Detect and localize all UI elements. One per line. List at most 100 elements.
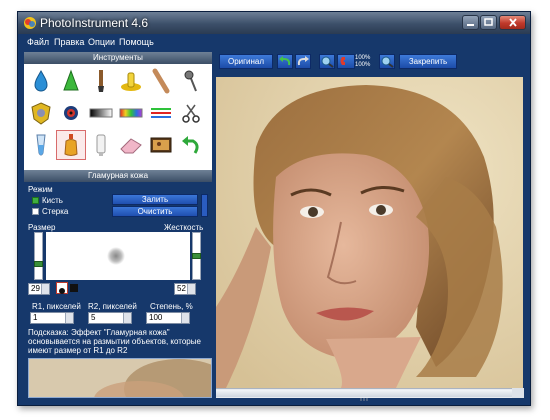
menu-bar: Файл Правка Опции Помощь (18, 34, 530, 50)
effect-header: Гламурная кожа (24, 170, 212, 182)
zoom-out-button[interactable] (319, 54, 335, 69)
horizontal-scrollbar[interactable] (216, 388, 512, 401)
perfume-bottle-icon (64, 134, 78, 156)
liquid-tool[interactable] (27, 131, 55, 159)
pin-tool[interactable] (177, 67, 205, 95)
horizontal-scrollbar-thumb[interactable] (216, 390, 512, 401)
blur-drop-tool[interactable] (27, 67, 55, 95)
yellow-soap-icon (121, 72, 141, 91)
hardness-slider-thumb[interactable] (192, 253, 201, 259)
eraser-icon (120, 138, 142, 154)
menu-file[interactable]: Файл (27, 36, 49, 48)
fit-button[interactable] (337, 54, 355, 69)
r2-input[interactable]: 5 (88, 312, 132, 324)
minimize-icon (467, 24, 474, 26)
brush-tool[interactable] (87, 67, 115, 95)
image-tool[interactable] (147, 131, 175, 159)
r1-spinner[interactable] (65, 313, 73, 323)
r1-label: R1, пикселей (32, 302, 81, 311)
original-button[interactable]: Оригинал (219, 54, 273, 69)
right-pane: Оригинал 100% 100% Закрепить (215, 52, 524, 401)
glamour-skin-tool[interactable] (56, 130, 86, 160)
round-brush-icon (59, 288, 65, 294)
color-lines-icon (151, 108, 171, 118)
title-bar: PhotoInstrument 4.6 (18, 12, 530, 34)
effect-panel: Гламурная кожа Режим Кисть Стерка Залить… (24, 170, 212, 399)
redeye-tool[interactable] (27, 99, 55, 127)
eraser-tool[interactable] (117, 131, 145, 159)
panel-side-scroller[interactable] (201, 194, 208, 217)
undo-arrow-icon (182, 136, 199, 154)
size-spinner[interactable] (41, 284, 49, 294)
menu-edit[interactable]: Правка (54, 36, 84, 48)
commit-button[interactable]: Закрепить (399, 54, 457, 69)
r2-value: 5 (91, 313, 96, 322)
minimize-button[interactable] (462, 15, 479, 30)
r2-label: R2, пикселей (88, 302, 137, 311)
size-value: 29 (31, 284, 40, 293)
lines-tool[interactable] (147, 99, 175, 127)
degree-input[interactable]: 100 (146, 312, 190, 324)
brush-square-option[interactable] (70, 284, 78, 292)
r1-input[interactable]: 1 (30, 312, 74, 324)
tube-tool[interactable] (87, 131, 115, 159)
degree-spinner[interactable] (181, 313, 189, 323)
r2-spinner[interactable] (123, 313, 131, 323)
zoom-in-icon (381, 56, 394, 68)
close-button[interactable] (499, 15, 526, 30)
undo-button[interactable] (277, 54, 293, 69)
menu-help[interactable]: Помощь (119, 36, 154, 48)
mode-eraser-label: Стерка (42, 207, 69, 216)
app-window: PhotoInstrument 4.6 Файл Правка Опции По… (17, 11, 531, 406)
smudge-stick-tool[interactable] (147, 67, 175, 95)
clone-cut-tool[interactable] (177, 99, 205, 127)
scissors-icon (182, 104, 200, 123)
degree-value: 100 (149, 313, 163, 322)
water-drop-icon (34, 69, 48, 92)
hardness-input[interactable]: 52 (174, 283, 196, 295)
eye-tool[interactable] (57, 99, 85, 127)
mode-label: Режим (28, 185, 53, 194)
brush-shape (107, 247, 125, 265)
menu-options[interactable]: Опции (88, 36, 115, 48)
hardness-slider[interactable] (192, 232, 201, 280)
mode-eraser-checkbox[interactable] (32, 208, 39, 215)
green-cone-icon (63, 69, 79, 91)
picture-icon (150, 137, 172, 153)
eye-icon (64, 106, 78, 120)
undo-icon (279, 56, 291, 66)
preview-thumbnail (28, 358, 212, 398)
left-pane: Инструменты Гламурная кожа Режим Кисть С… (24, 52, 212, 399)
brush-round-option[interactable] (56, 282, 68, 294)
zoom-top-readout: 100% (355, 55, 371, 61)
preview-image (29, 359, 211, 397)
scroll-corner (512, 388, 524, 398)
r1-value: 1 (33, 313, 38, 322)
portrait-photo (216, 77, 523, 388)
soap-tool[interactable] (117, 67, 145, 95)
grip-icon (360, 398, 368, 401)
stick-icon (152, 68, 170, 94)
maximize-button[interactable] (480, 15, 497, 30)
size-input[interactable]: 29 (28, 283, 50, 295)
clear-button[interactable]: Очистить (112, 206, 198, 217)
hardness-spinner[interactable] (187, 284, 195, 294)
image-toolbar: Оригинал 100% 100% Закрепить (215, 52, 524, 72)
pin-icon (184, 70, 197, 92)
sharpen-cone-tool[interactable] (57, 67, 85, 95)
zoom-bottom-readout: 100% (355, 62, 371, 68)
size-slider-thumb[interactable] (34, 261, 43, 267)
size-slider[interactable] (34, 232, 43, 280)
photo-canvas[interactable] (216, 77, 523, 388)
mode-brush-checkbox[interactable] (32, 197, 39, 204)
undo-tool[interactable] (177, 131, 205, 159)
hint-text: Подсказка: Эффект "Гламурная кожа" основ… (28, 328, 201, 355)
gradient-tool[interactable] (87, 99, 115, 127)
zoom-in-button[interactable] (379, 54, 395, 69)
tools-header: Инструменты (24, 52, 212, 64)
color-bar-tool[interactable] (117, 99, 145, 127)
redo-button[interactable] (295, 54, 311, 69)
hardness-value: 52 (177, 284, 186, 293)
zoom-out-icon (321, 56, 334, 68)
fill-button[interactable]: Залить (112, 194, 198, 205)
